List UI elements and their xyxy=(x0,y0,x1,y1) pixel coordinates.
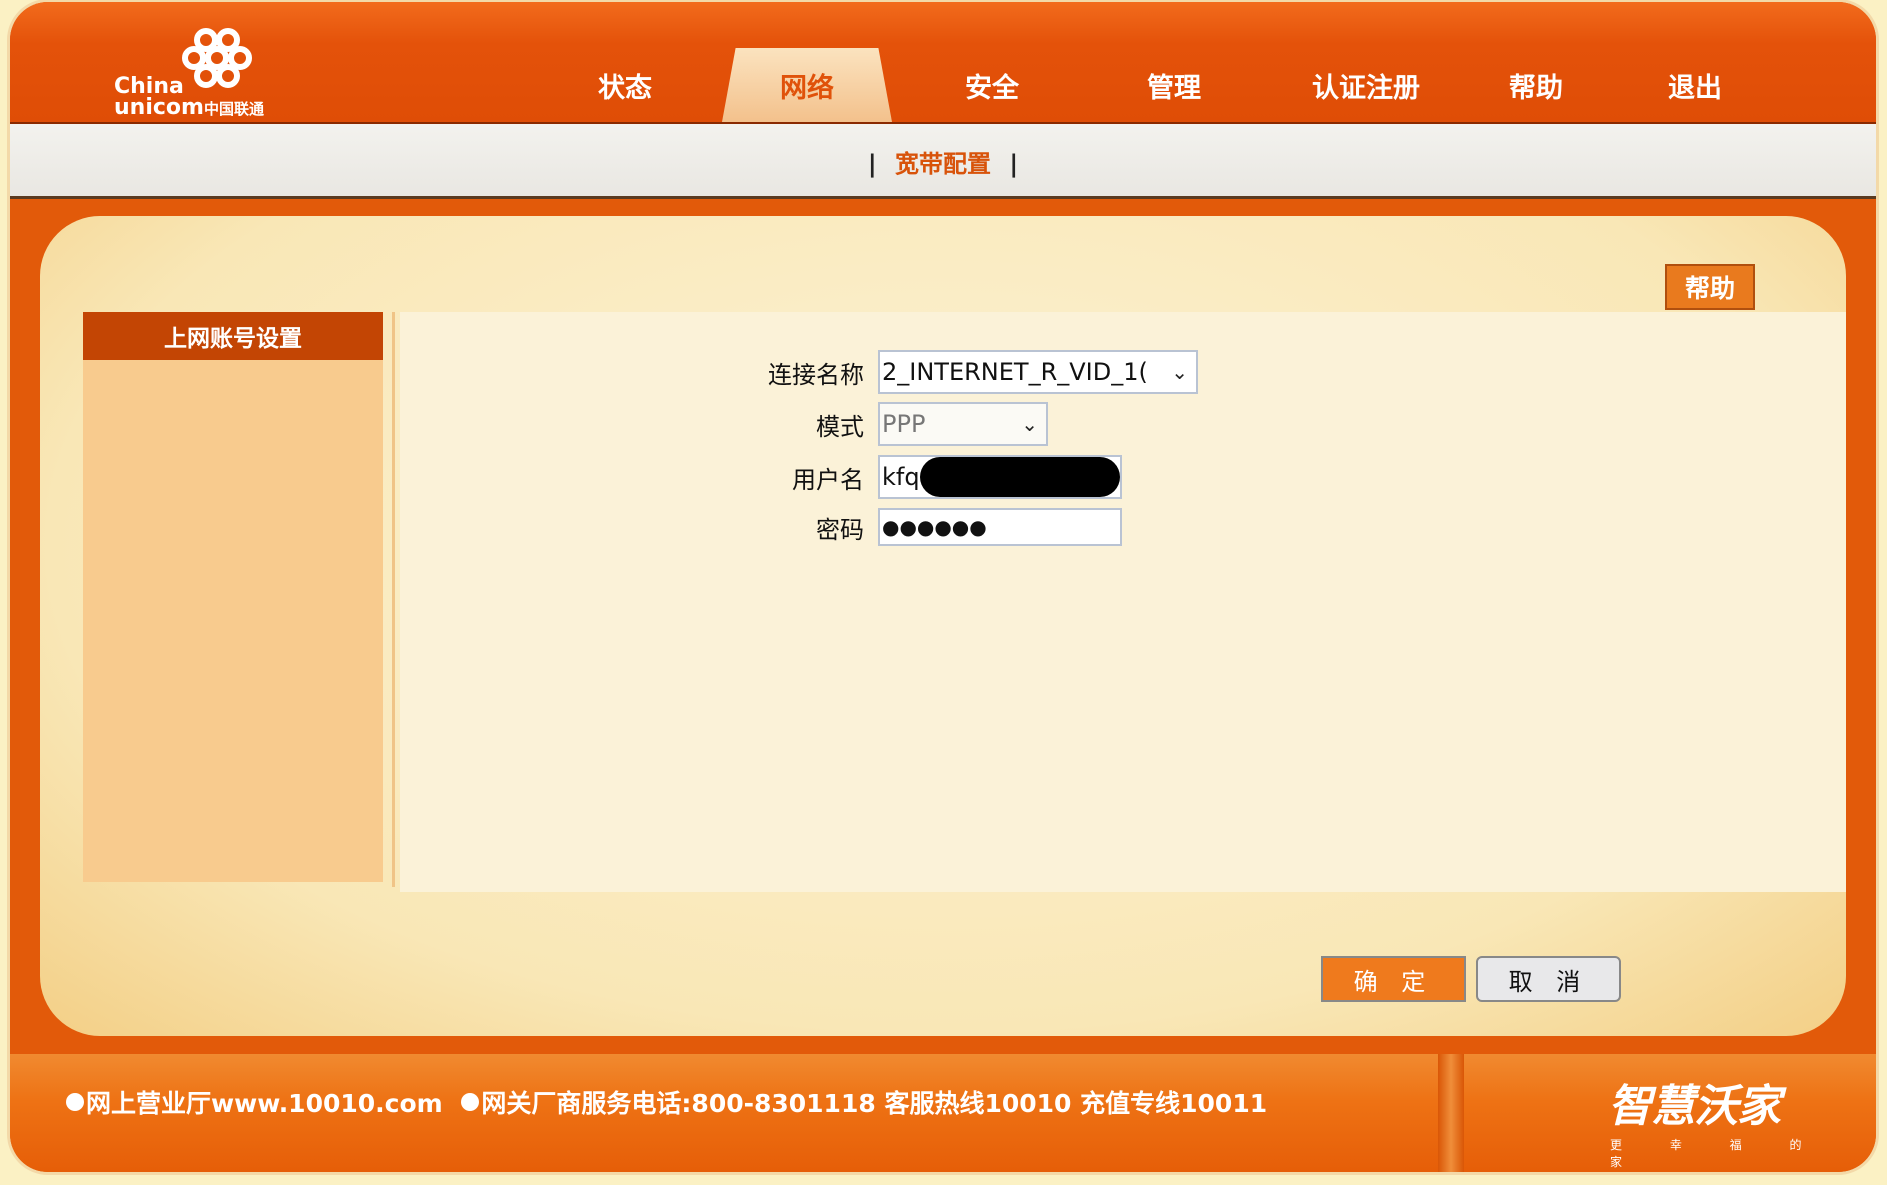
smart-home-brand-logo: 智慧沃家 xyxy=(1608,1081,1781,1132)
subnav-separator: | xyxy=(1009,150,1019,178)
mode-select[interactable]: PPP ⌄ xyxy=(878,402,1048,446)
form-row-mode: 模式 PPP ⌄ xyxy=(400,402,1048,446)
password-value: ●●●●●● xyxy=(882,515,987,539)
subnav-broadband-config[interactable]: 宽带配置 xyxy=(895,150,991,178)
footer: 网上营业厅www.10010.com 网关厂商服务电话:800-8301118 … xyxy=(10,1054,1876,1172)
mode-value: PPP xyxy=(882,410,926,438)
bullet-icon xyxy=(461,1093,480,1111)
connection-name-label: 连接名称 xyxy=(768,360,864,389)
footer-divider xyxy=(1438,1054,1464,1172)
brand-tagline: 更 幸 福 的 家 xyxy=(1610,1138,1824,1169)
router-admin-frame: China unicom中国联通 状态 网络 安全 管理 认证注册 帮助 退出 … xyxy=(10,2,1876,1172)
help-button[interactable]: 帮助 xyxy=(1665,264,1755,310)
footer-info: 网上营业厅www.10010.com 网关厂商服务电话:800-8301118 … xyxy=(66,1084,1267,1120)
nav-item-status[interactable]: 状态 xyxy=(550,48,700,122)
connection-name-value: 2_INTERNET_R_VID_1( xyxy=(882,358,1148,386)
chevron-down-icon: ⌄ xyxy=(1171,360,1188,384)
mode-label: 模式 xyxy=(816,412,864,441)
main-nav: 状态 网络 安全 管理 认证注册 帮助 退出 xyxy=(10,48,1876,122)
nav-item-network[interactable]: 网络 xyxy=(722,48,892,122)
username-value: kfq xyxy=(882,463,920,491)
header: China unicom中国联通 状态 网络 安全 管理 认证注册 帮助 退出 xyxy=(10,2,1876,124)
main-form-area: 连接名称 2_INTERNET_R_VID_1( ⌄ 模式 PPP ⌄ 用户名 … xyxy=(400,312,1846,892)
sidebar-divider xyxy=(392,312,395,887)
sidebar-item-internet-account[interactable]: 上网账号设置 xyxy=(83,312,383,360)
username-input[interactable]: kfq xyxy=(878,455,1122,499)
sub-nav-bar: | 宽带配置 | xyxy=(10,124,1876,199)
form-row-username: 用户名 kfq xyxy=(400,455,1122,499)
nav-item-management[interactable]: 管理 xyxy=(1099,48,1249,122)
footer-hotlines: 网关厂商服务电话:800-8301118 客服热线10010 充值专线10011 xyxy=(481,1089,1268,1118)
footer-website[interactable]: 网上营业厅www.10010.com xyxy=(86,1089,443,1118)
form-row-password: 密码 ●●●●●● xyxy=(400,508,1122,546)
sidebar: 上网账号设置 xyxy=(83,312,383,882)
nav-item-auth-register[interactable]: 认证注册 xyxy=(1281,48,1451,122)
cancel-button[interactable]: 取 消 xyxy=(1476,956,1621,1002)
nav-item-help[interactable]: 帮助 xyxy=(1461,48,1611,122)
username-label: 用户名 xyxy=(792,465,864,494)
form-row-connection: 连接名称 2_INTERNET_R_VID_1( ⌄ xyxy=(400,350,1198,394)
bullet-icon xyxy=(66,1093,84,1111)
password-label: 密码 xyxy=(816,515,864,544)
redaction-mark xyxy=(920,457,1120,497)
nav-item-security[interactable]: 安全 xyxy=(917,48,1067,122)
confirm-button[interactable]: 确 定 xyxy=(1321,956,1466,1002)
subnav-separator: | xyxy=(867,150,877,178)
connection-name-select[interactable]: 2_INTERNET_R_VID_1( ⌄ xyxy=(878,350,1198,394)
nav-item-logout[interactable]: 退出 xyxy=(1620,48,1770,122)
password-input[interactable]: ●●●●●● xyxy=(878,508,1122,546)
sub-nav: | 宽带配置 | xyxy=(10,144,1876,179)
chevron-down-icon: ⌄ xyxy=(1021,412,1038,436)
